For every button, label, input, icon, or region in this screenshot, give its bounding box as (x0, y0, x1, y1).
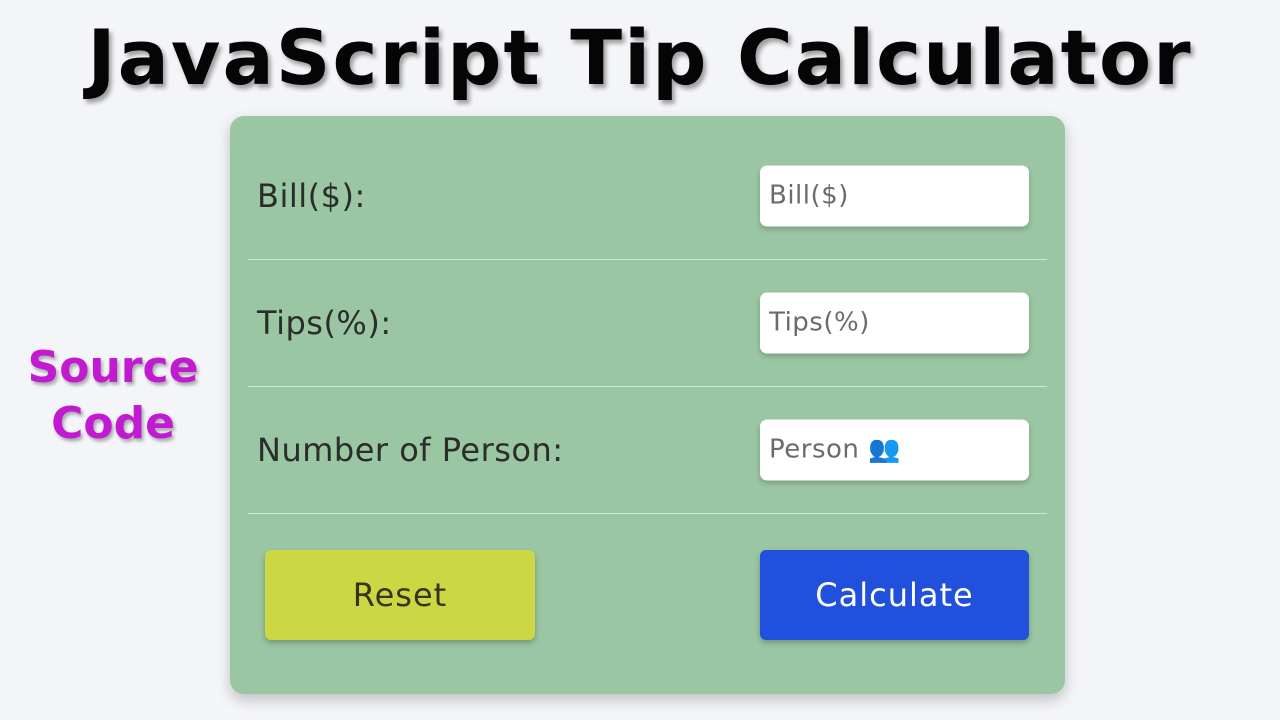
page-title: JavaScript Tip Calculator (87, 13, 1193, 102)
tips-input[interactable] (769, 307, 1029, 338)
reset-button[interactable]: Reset (265, 550, 535, 640)
person-label: Number of Person: (257, 430, 564, 469)
bill-label: Bill($): (257, 176, 366, 215)
person-input[interactable] (769, 434, 1029, 465)
tips-row: Tips(%): (248, 259, 1047, 387)
tips-label: Tips(%): (257, 303, 392, 342)
tips-field[interactable] (760, 292, 1029, 353)
calculate-button[interactable]: Calculate (760, 550, 1029, 640)
source-code-line-1: Source (27, 342, 199, 393)
person-field[interactable] (760, 419, 1029, 480)
tip-calculator-card: Bill($): Tips(%): Number of Person: Rese… (230, 116, 1065, 694)
person-row: Number of Person: (248, 386, 1047, 514)
source-code-label: Source Code (8, 340, 218, 452)
source-code-line-2: Code (51, 398, 175, 449)
bill-row: Bill($): (248, 132, 1047, 260)
bill-field[interactable] (760, 165, 1029, 226)
bill-input[interactable] (769, 180, 1029, 211)
